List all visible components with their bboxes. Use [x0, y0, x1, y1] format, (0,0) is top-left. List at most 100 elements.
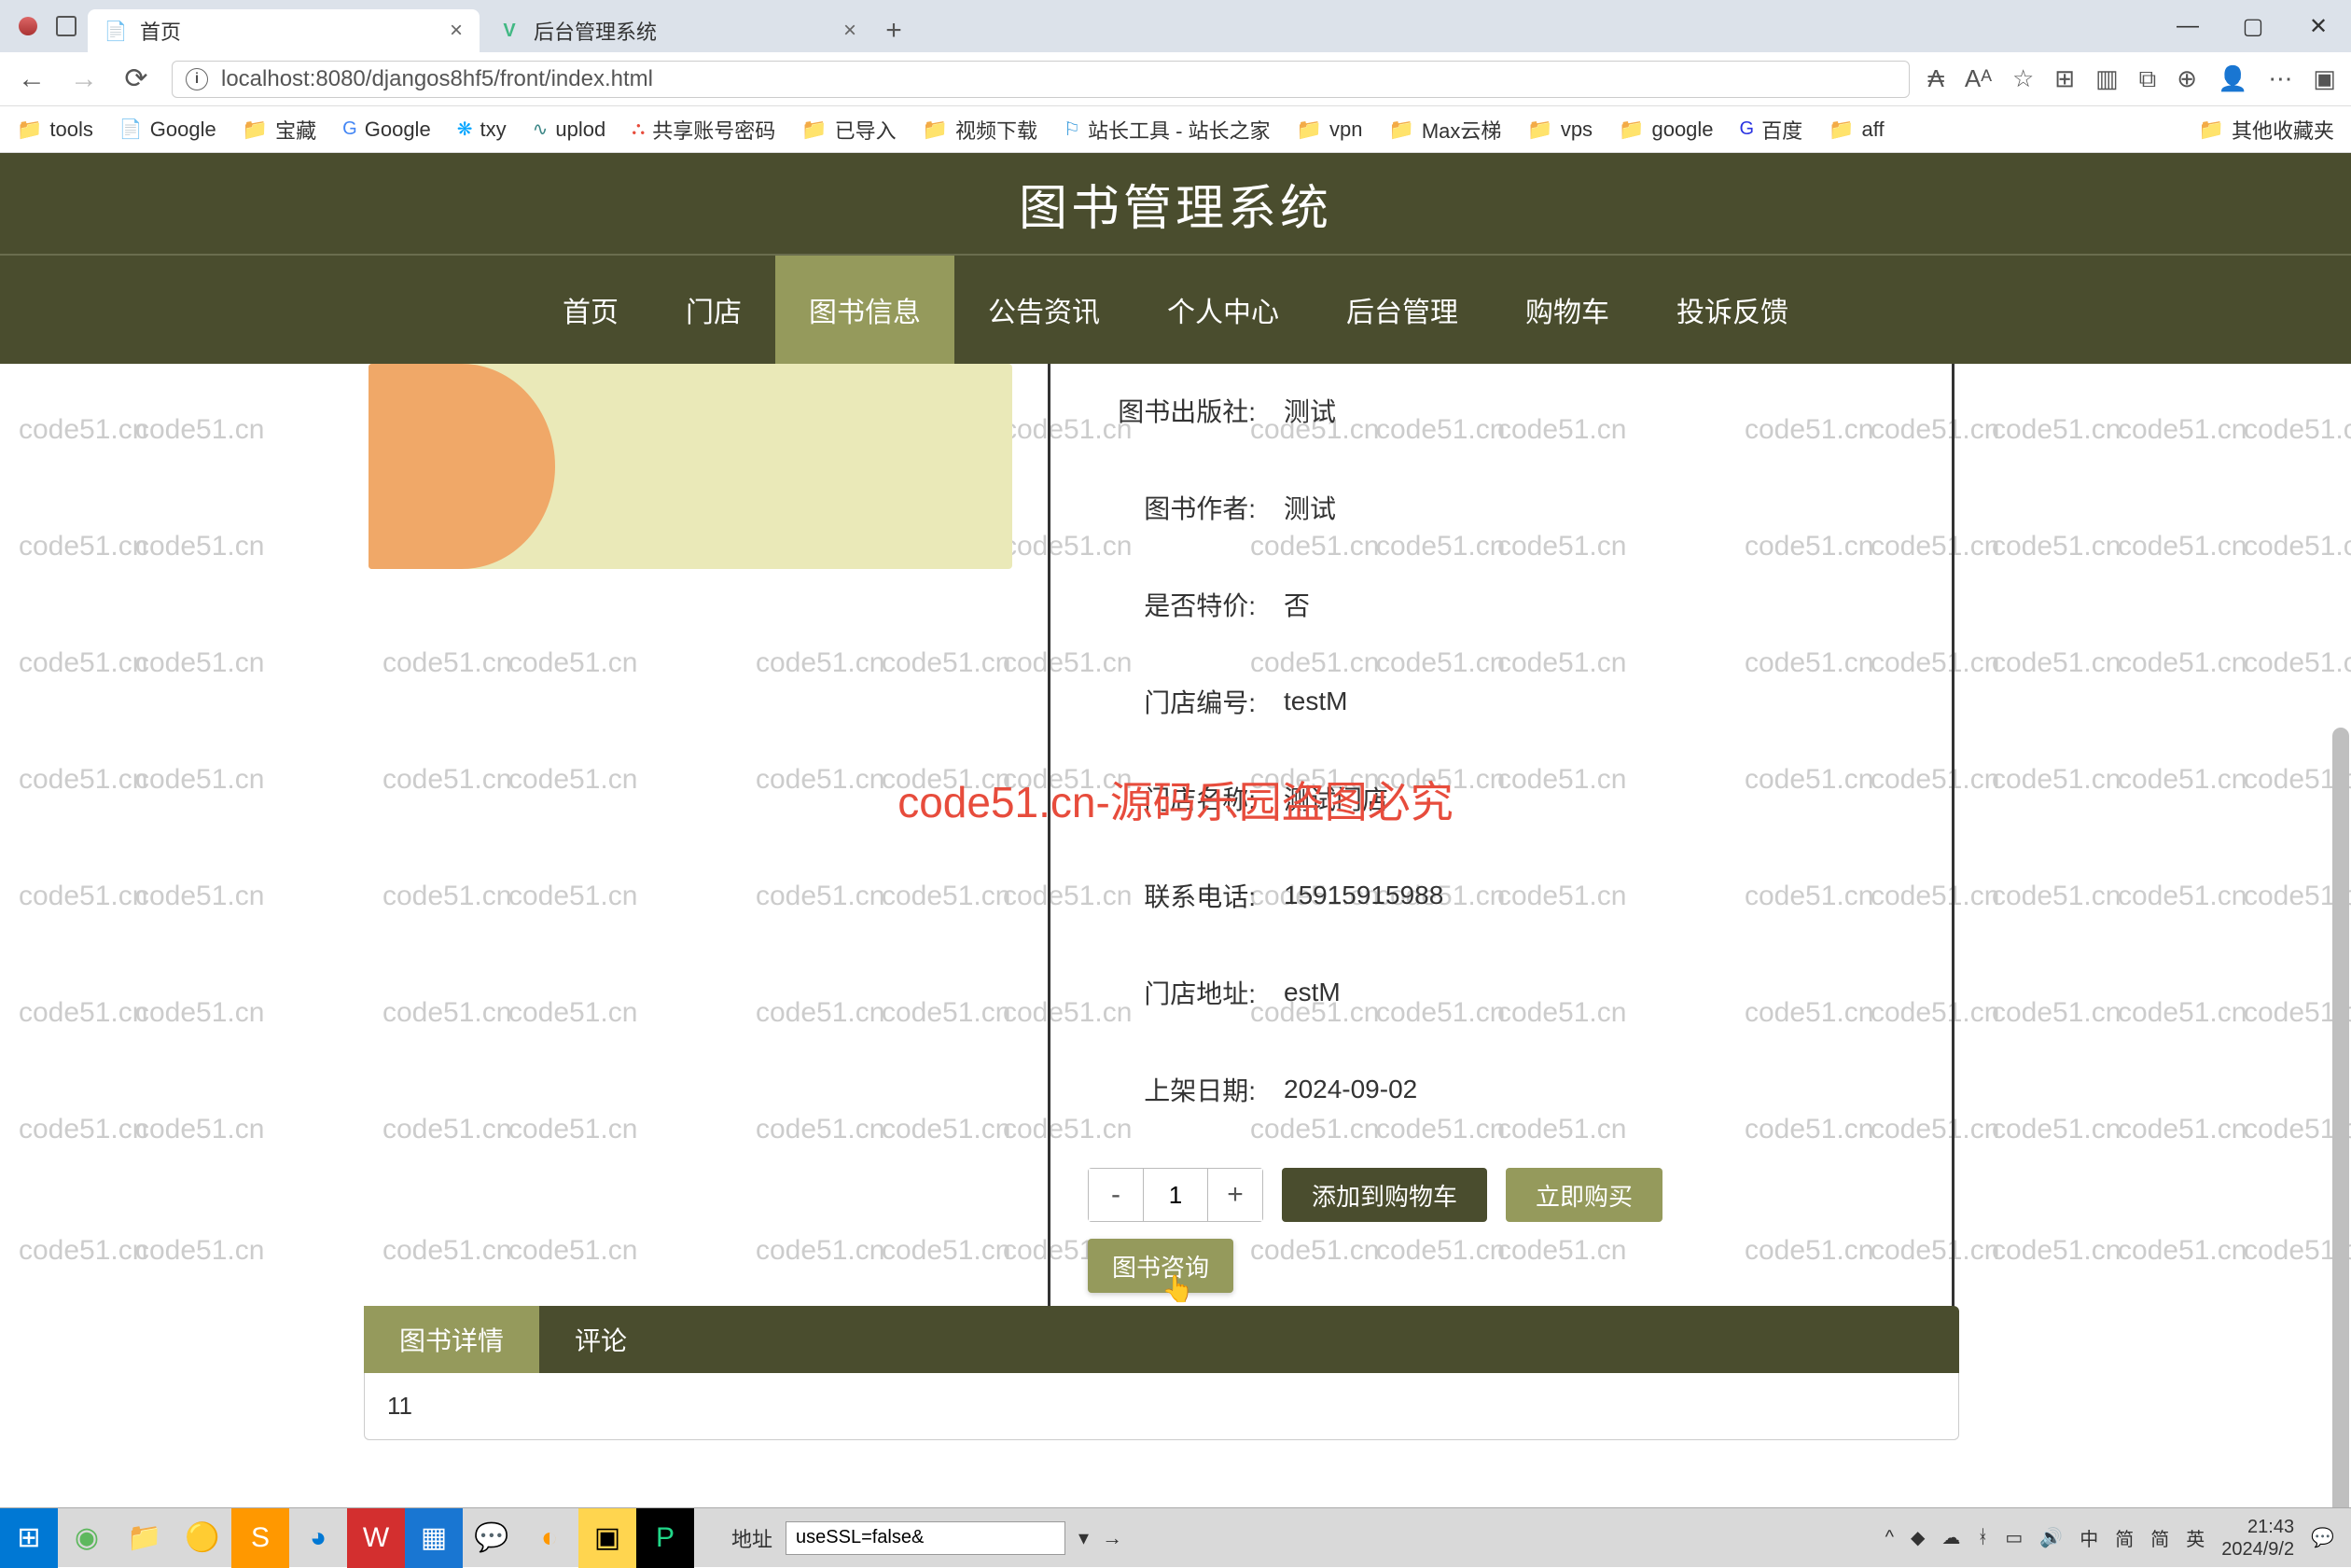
bookmark-treasure[interactable]: 📁宝藏 [243, 115, 316, 145]
nav-item-0[interactable]: 首页 [529, 256, 652, 364]
profile-icon[interactable] [19, 17, 37, 35]
taskbar-chrome-icon[interactable]: 🟡 [174, 1508, 231, 1568]
site-info-icon[interactable]: i [186, 68, 208, 90]
tray-up-icon[interactable]: ^ [1885, 1527, 1894, 1548]
detail-row-6: 门店地址:estM [1088, 974, 1914, 1011]
extensions-icon[interactable]: ⊞ [2054, 64, 2075, 93]
tray-battery-icon[interactable]: ▭ [2005, 1526, 2023, 1549]
taskbar-sublime-icon[interactable]: S [231, 1508, 289, 1568]
collections-icon[interactable]: ▥ [2095, 64, 2119, 93]
favicon-1: V [498, 20, 521, 42]
detail-tab-1[interactable]: 评论 [539, 1306, 662, 1373]
tray-volume-icon[interactable]: 🔊 [2039, 1526, 2063, 1549]
tray-date: 2024/9/2 [2221, 1538, 2294, 1561]
workspace-icon[interactable] [56, 16, 77, 36]
consult-button[interactable]: 图书咨询 [1088, 1239, 1233, 1293]
taskbar-addr-dropdown-icon[interactable]: ▾ [1078, 1526, 1089, 1550]
tray-clock[interactable]: 21:43 2024/9/2 [2221, 1516, 2294, 1561]
bookmark-google[interactable]: 📄Google [119, 118, 216, 142]
bookmark-imported[interactable]: 📁已导入 [801, 115, 896, 145]
browser-tab-1[interactable]: V 后台管理系统 × [481, 9, 873, 52]
taskbar-edge-icon[interactable]: ◉ [58, 1508, 116, 1568]
taskbar-wps-icon[interactable]: W [347, 1508, 405, 1568]
taskbar-app3-icon[interactable]: ▣ [578, 1508, 636, 1568]
bookmark-video[interactable]: 📁视频下载 [923, 115, 1037, 145]
bookmark-other[interactable]: 📁其他收藏夹 [2199, 115, 2334, 145]
taskbar-app1-icon[interactable]: ▦ [405, 1508, 463, 1568]
tray-ime-1[interactable]: 简 [2115, 1524, 2134, 1551]
downloads-icon[interactable]: ⊕ [2177, 64, 2197, 93]
bookmark-aff[interactable]: 📁aff [1829, 118, 1884, 142]
qty-input[interactable] [1143, 1169, 1208, 1221]
detail-row-7: 上架日期:2024-09-02 [1088, 1071, 1914, 1108]
start-button[interactable]: ⊞ [0, 1508, 58, 1568]
new-tab-button[interactable]: + [875, 9, 912, 52]
site-header: 图书管理系统 [0, 153, 2351, 256]
nav-item-5[interactable]: 后台管理 [1313, 256, 1492, 364]
detail-value: 测试 [1284, 489, 1336, 526]
detail-label: 上架日期: [1088, 1071, 1256, 1108]
taskbar: ⊞ ◉ 📁 🟡 S ◕ W ▦ 💬 ◐ ▣ P 地址 ▾ → ^ ◆ ☁ ᚼ ▭… [0, 1507, 2351, 1567]
reader-icon[interactable]: Aᴬ [1965, 64, 1992, 93]
url-input[interactable]: i localhost:8080/djangos8hf5/front/index… [172, 61, 1910, 98]
detail-row-0: 图书出版社:测试 [1088, 392, 1914, 429]
taskbar-wechat-icon[interactable]: 💬 [463, 1508, 521, 1568]
buy-now-button[interactable]: 立即购买 [1506, 1168, 1662, 1222]
more-icon[interactable]: ⋯ [2268, 64, 2292, 93]
close-window-button[interactable]: ✕ [2286, 0, 2351, 52]
taskbar-pycharm-icon[interactable]: P [636, 1508, 694, 1568]
nav-item-7[interactable]: 投诉反馈 [1643, 256, 1822, 364]
nav-item-4[interactable]: 个人中心 [1134, 256, 1313, 364]
nav-item-1[interactable]: 门店 [652, 256, 775, 364]
browser-tab-0[interactable]: 📄 首页 × [88, 9, 480, 52]
tab-close-0[interactable]: × [450, 18, 463, 44]
nav-item-6[interactable]: 购物车 [1492, 256, 1643, 364]
tray-ime-0[interactable]: 中 [2080, 1524, 2098, 1551]
nav-item-2[interactable]: 图书信息 [775, 256, 954, 364]
tray-ime-2[interactable]: 简 [2150, 1524, 2169, 1551]
taskbar-explorer-icon[interactable]: 📁 [116, 1508, 174, 1568]
bookmark-max[interactable]: 📁Max云梯 [1388, 115, 1501, 145]
bookmark-txy[interactable]: ❋txy [457, 118, 507, 142]
bookmark-vps[interactable]: 📁vps [1527, 118, 1593, 142]
add-to-cart-button[interactable]: 添加到购物车 [1282, 1168, 1487, 1222]
forward-button[interactable]: → [67, 63, 101, 95]
taskbar-edge2-icon[interactable]: ◕ [289, 1508, 347, 1568]
translate-icon[interactable]: ₳ [1928, 64, 1944, 93]
tray-app-icon[interactable]: ◆ [1911, 1526, 1925, 1549]
favorite-icon[interactable]: ☆ [2012, 64, 2034, 93]
sidebar-icon[interactable]: ⧉ [2139, 64, 2157, 94]
detail-value: 测试 [1284, 392, 1336, 429]
tray-bluetooth-icon[interactable]: ᚼ [1977, 1527, 1988, 1548]
back-button[interactable]: ← [15, 63, 49, 95]
tray-notification-icon[interactable]: 💬 [2311, 1526, 2334, 1549]
bookmark-google2[interactable]: GGoogle [342, 118, 431, 142]
bookmark-tools[interactable]: 📁tools [17, 118, 93, 142]
tray-cloud-icon[interactable]: ☁ [1941, 1526, 1960, 1549]
bookmark-uplod[interactable]: ∿uplod [533, 118, 606, 142]
bookmark-share[interactable]: ⛬共享账号密码 [632, 115, 775, 145]
tray-ime-3[interactable]: 英 [2186, 1524, 2205, 1551]
tab-close-1[interactable]: × [843, 18, 856, 44]
taskbar-app2-icon[interactable]: ◐ [521, 1508, 578, 1568]
bookmark-googlefolder[interactable]: 📁google [1619, 118, 1713, 142]
taskbar-addr-go-icon[interactable]: → [1102, 1526, 1122, 1550]
bookmark-vpn[interactable]: 📁vpn [1297, 118, 1363, 142]
address-bar-icons: ₳ Aᴬ ☆ ⊞ ▥ ⧉ ⊕ 👤 ⋯ ▣ [1928, 64, 2336, 94]
taskbar-addr-input[interactable] [786, 1521, 1065, 1555]
minimize-button[interactable]: — [2155, 0, 2220, 52]
maximize-button[interactable]: ▢ [2220, 0, 2286, 52]
refresh-button[interactable]: ⟳ [119, 62, 153, 95]
qty-minus-button[interactable]: - [1089, 1169, 1143, 1221]
nav-item-3[interactable]: 公告资讯 [954, 256, 1134, 364]
copilot-icon[interactable]: ▣ [2313, 64, 2336, 93]
bookmark-baidu[interactable]: G百度 [1740, 115, 1803, 145]
detail-tab-0[interactable]: 图书详情 [364, 1306, 539, 1373]
qty-plus-button[interactable]: + [1208, 1169, 1262, 1221]
vertical-scrollbar[interactable] [2332, 728, 2349, 1507]
sync-icon[interactable]: 👤 [2218, 64, 2247, 93]
taskbar-address-widget: 地址 ▾ → [731, 1521, 1122, 1555]
tab-title-0: 首页 [140, 16, 181, 46]
bookmark-webmaster[interactable]: ⚐站长工具 - 站长之家 [1064, 115, 1271, 145]
page-content: code51.cncode51.cncode51.cncode51.cncode… [0, 153, 2351, 1507]
